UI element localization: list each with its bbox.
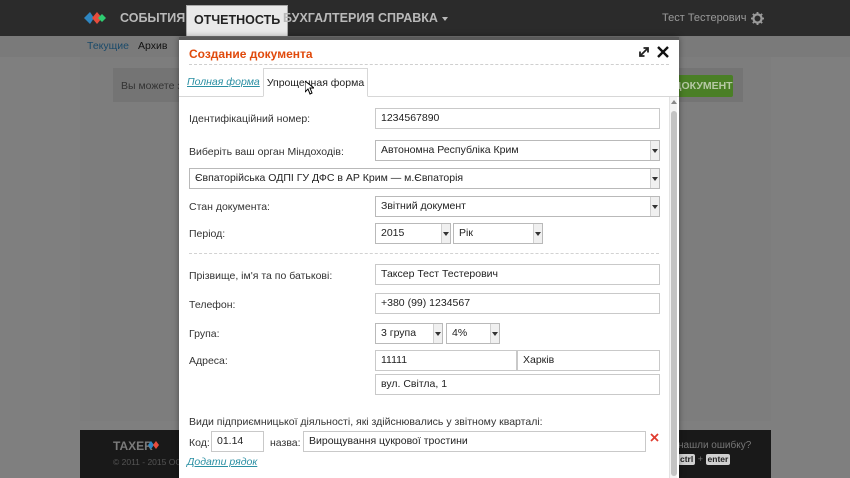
period-year-value: 2015 — [381, 227, 405, 239]
modal-scrollbar[interactable] — [669, 97, 677, 478]
chevron-down-icon — [435, 332, 441, 336]
phone-input[interactable]: +380 (99) 1234567 — [375, 293, 660, 314]
activity-name-label: назва: — [270, 437, 301, 449]
mouse-cursor-icon — [305, 81, 314, 95]
chevron-down-icon — [652, 177, 658, 181]
tabs-divider — [179, 96, 679, 97]
subnav-current[interactable]: Текущие — [87, 40, 129, 52]
enter-key: enter — [705, 454, 731, 465]
tab-full-form[interactable]: Полная форма — [187, 68, 260, 97]
organ-region-select[interactable]: Автономна Республіка Крим — [375, 140, 660, 161]
ctrl-key: ctrl — [678, 454, 696, 465]
address-label: Адреса: — [189, 355, 228, 367]
chevron-down-icon — [652, 205, 658, 209]
tax-rate-select[interactable]: 4% — [446, 323, 500, 344]
footer-logo: TAXER — [113, 439, 153, 453]
modal-title: Создание документа — [189, 47, 313, 61]
report-error-text[interactable]: нашли ошибку? — [678, 440, 751, 451]
footer-copyright: © 2011 - 2015 ОО — [113, 457, 182, 467]
gear-icon[interactable] — [751, 12, 764, 25]
chevron-down-icon — [492, 332, 498, 336]
scrollbar-thumb[interactable] — [671, 111, 677, 476]
scroll-up-icon[interactable] — [671, 100, 677, 104]
street-input[interactable]: вул. Світла, 1 — [375, 374, 660, 395]
info-text: Вы можете за — [121, 80, 189, 92]
user-name[interactable]: Тест Тестерович — [662, 0, 747, 36]
footer-logo-icon — [148, 441, 159, 449]
id-label: Ідентифікаційний номер: — [189, 113, 311, 125]
top-navbar: СОБЫТИЯ ОТЧЕТНОСТЬ БУХГАЛТЕРИЯ СПРАВКА Т… — [0, 0, 850, 36]
nav-events[interactable]: СОБЫТИЯ — [120, 0, 185, 36]
create-document-modal: Создание документа Полная форма Упрощенн… — [179, 37, 679, 478]
tab-simple-form[interactable]: Упрощенная форма — [263, 68, 368, 97]
state-label: Стан документа: — [189, 201, 270, 213]
chevron-down-icon — [443, 232, 449, 236]
nav-accounting[interactable]: БУХГАЛТЕРИЯ — [283, 0, 374, 36]
period-label: Період: — [189, 228, 226, 240]
document-state-select[interactable]: Звітний документ — [375, 196, 660, 217]
organ-office-select[interactable]: Євпаторійська ОДПІ ГУ ДФС в АР Крим — м.… — [189, 168, 660, 189]
city-input[interactable]: Харків — [517, 350, 660, 371]
nav-help-label: СПРАВКА — [378, 11, 438, 25]
title-divider — [189, 64, 669, 65]
name-label: Прізвище, ім'я та по батькові: — [189, 270, 333, 282]
remove-row-icon[interactable] — [650, 433, 659, 442]
activity-code-input[interactable]: 01.14 — [211, 431, 264, 452]
nav-help[interactable]: СПРАВКА — [378, 0, 448, 36]
organ-region-value: Автономна Республіка Крим — [381, 144, 519, 156]
subnav-archive[interactable]: Архив — [138, 40, 167, 52]
zip-input[interactable]: 11111 — [375, 350, 517, 371]
organ-office-value: Євпаторійська ОДПІ ГУ ДФС в АР Крим — м.… — [195, 172, 464, 184]
section-divider — [189, 253, 659, 254]
group-label: Група: — [189, 328, 220, 340]
period-year-select[interactable]: 2015 — [375, 223, 451, 244]
activity-name-input[interactable]: Вирощування цукрової тростини — [303, 431, 646, 452]
tax-rate-value: 4% — [452, 327, 468, 339]
period-type-value: Рік — [459, 227, 473, 239]
report-shortcut: ctrl + enter — [678, 454, 731, 465]
period-type-select[interactable]: Рік — [453, 223, 543, 244]
plus-sign: + — [697, 454, 704, 464]
close-icon[interactable] — [656, 45, 670, 59]
nav-reporting[interactable]: ОТЧЕТНОСТЬ — [186, 5, 289, 36]
activities-label: Види підприємницької діяльності, які зді… — [189, 416, 543, 428]
code-label: Код: — [189, 437, 210, 449]
phone-label: Телефон: — [189, 299, 236, 311]
full-name-input[interactable]: Таксер Тест Тестерович — [375, 264, 660, 285]
chevron-down-icon — [535, 232, 541, 236]
chevron-down-icon — [441, 16, 448, 21]
add-row-link[interactable]: Додати рядок — [187, 456, 257, 468]
expand-icon[interactable] — [637, 45, 651, 59]
group-value: 3 група — [381, 327, 417, 339]
id-number-input[interactable]: 1234567890 — [375, 108, 660, 129]
document-state-value: Звітний документ — [381, 200, 466, 212]
chevron-down-icon — [652, 149, 658, 153]
organ-label: Виберіть ваш орган Міндоходів: — [189, 146, 344, 158]
group-select[interactable]: 3 група — [375, 323, 443, 344]
logo-icon[interactable] — [84, 10, 106, 26]
